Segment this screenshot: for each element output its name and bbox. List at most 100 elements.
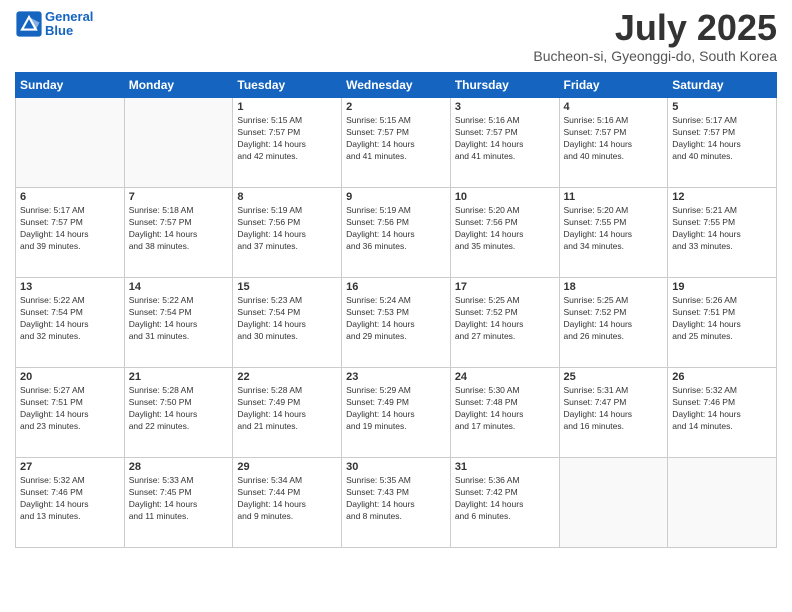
logo-text: General Blue — [45, 10, 93, 39]
day-info: Sunrise: 5:16 AM Sunset: 7:57 PM Dayligh… — [564, 115, 664, 163]
weekday-header-row: SundayMondayTuesdayWednesdayThursdayFrid… — [16, 73, 777, 98]
day-info: Sunrise: 5:32 AM Sunset: 7:46 PM Dayligh… — [20, 475, 120, 523]
day-info: Sunrise: 5:15 AM Sunset: 7:57 PM Dayligh… — [346, 115, 446, 163]
header: General Blue July 2025 Bucheon-si, Gyeon… — [15, 10, 777, 64]
day-info: Sunrise: 5:17 AM Sunset: 7:57 PM Dayligh… — [20, 205, 120, 253]
weekday-header-sunday: Sunday — [16, 73, 125, 98]
page: General Blue July 2025 Bucheon-si, Gyeon… — [0, 0, 792, 558]
week-row-5: 27 Sunrise: 5:32 AM Sunset: 7:46 PM Dayli… — [16, 458, 777, 548]
day-info: Sunrise: 5:35 AM Sunset: 7:43 PM Dayligh… — [346, 475, 446, 523]
day-number: 31 — [455, 461, 555, 473]
day-info: Sunrise: 5:18 AM Sunset: 7:57 PM Dayligh… — [129, 205, 229, 253]
weekday-header-friday: Friday — [559, 73, 668, 98]
week-row-1: 1 Sunrise: 5:15 AM Sunset: 7:57 PM Daylig… — [16, 98, 777, 188]
day-info: Sunrise: 5:21 AM Sunset: 7:55 PM Dayligh… — [672, 205, 772, 253]
calendar-cell: 7Sunrise: 5:18 AM Sunset: 7:57 PM Daylig… — [124, 188, 233, 278]
day-number: 22 — [237, 371, 337, 383]
day-number: 15 — [237, 281, 337, 293]
day-info: Sunrise: 5:31 AM Sunset: 7:47 PM Dayligh… — [564, 385, 664, 433]
day-info: Sunrise: 5:22 AM Sunset: 7:54 PM Dayligh… — [20, 295, 120, 343]
calendar-cell — [16, 98, 125, 188]
calendar-cell: 20 Sunrise: 5:27 AM Sunset: 7:51 PM Dayli… — [16, 368, 125, 458]
day-number: 2 — [346, 101, 446, 113]
day-number: 16 — [346, 281, 446, 293]
calendar-cell: 13Sunrise: 5:22 AM Sunset: 7:54 PM Dayli… — [16, 278, 125, 368]
day-number: 4 — [564, 101, 664, 113]
calendar-cell: 24 Sunrise: 5:30 AM Sunset: 7:48 PM Dayli… — [450, 368, 559, 458]
day-number: 26 — [672, 371, 772, 383]
day-info: Sunrise: 5:28 AM Sunset: 7:50 PM Dayligh… — [129, 385, 229, 433]
day-info: Sunrise: 5:36 AM Sunset: 7:42 PM Dayligh… — [455, 475, 555, 523]
day-number: 9 — [346, 191, 446, 203]
day-info: Sunrise: 5:23 AM Sunset: 7:54 PM Dayligh… — [237, 295, 337, 343]
day-number: 18 — [564, 281, 664, 293]
day-info: Sunrise: 5:15 AM Sunset: 7:57 PM Dayligh… — [237, 115, 337, 163]
day-number: 20 — [20, 371, 120, 383]
day-number: 30 — [346, 461, 446, 473]
calendar-cell: 2 Sunrise: 5:15 AM Sunset: 7:57 PM Daylig… — [342, 98, 451, 188]
calendar-cell: 18Sunrise: 5:25 AM Sunset: 7:52 PM Dayli… — [559, 278, 668, 368]
day-number: 14 — [129, 281, 229, 293]
logo: General Blue — [15, 10, 93, 39]
day-number: 6 — [20, 191, 120, 203]
weekday-header-monday: Monday — [124, 73, 233, 98]
day-number: 3 — [455, 101, 555, 113]
calendar-cell: 31 Sunrise: 5:36 AM Sunset: 7:42 PM Dayli… — [450, 458, 559, 548]
week-row-3: 13Sunrise: 5:22 AM Sunset: 7:54 PM Dayli… — [16, 278, 777, 368]
calendar-cell: 21 Sunrise: 5:28 AM Sunset: 7:50 PM Dayli… — [124, 368, 233, 458]
weekday-header-saturday: Saturday — [668, 73, 777, 98]
day-info: Sunrise: 5:27 AM Sunset: 7:51 PM Dayligh… — [20, 385, 120, 433]
weekday-header-tuesday: Tuesday — [233, 73, 342, 98]
logo-icon — [15, 10, 43, 38]
day-info: Sunrise: 5:34 AM Sunset: 7:44 PM Dayligh… — [237, 475, 337, 523]
calendar-cell: 4 Sunrise: 5:16 AM Sunset: 7:57 PM Daylig… — [559, 98, 668, 188]
day-number: 24 — [455, 371, 555, 383]
calendar-cell: 28 Sunrise: 5:33 AM Sunset: 7:45 PM Dayli… — [124, 458, 233, 548]
day-info: Sunrise: 5:33 AM Sunset: 7:45 PM Dayligh… — [129, 475, 229, 523]
day-number: 28 — [129, 461, 229, 473]
calendar-cell: 22 Sunrise: 5:28 AM Sunset: 7:49 PM Dayli… — [233, 368, 342, 458]
calendar-cell — [559, 458, 668, 548]
title-block: July 2025 Bucheon-si, Gyeonggi-do, South… — [533, 10, 777, 64]
day-number: 21 — [129, 371, 229, 383]
day-number: 23 — [346, 371, 446, 383]
location: Bucheon-si, Gyeonggi-do, South Korea — [533, 48, 777, 64]
calendar-cell: 10Sunrise: 5:20 AM Sunset: 7:56 PM Dayli… — [450, 188, 559, 278]
calendar-cell: 3 Sunrise: 5:16 AM Sunset: 7:57 PM Daylig… — [450, 98, 559, 188]
calendar-cell: 25 Sunrise: 5:31 AM Sunset: 7:47 PM Dayli… — [559, 368, 668, 458]
month-title: July 2025 — [533, 10, 777, 46]
calendar-cell: 29 Sunrise: 5:34 AM Sunset: 7:44 PM Dayli… — [233, 458, 342, 548]
calendar-cell: 16 Sunrise: 5:24 AM Sunset: 7:53 PM Dayli… — [342, 278, 451, 368]
calendar-cell: 15 Sunrise: 5:23 AM Sunset: 7:54 PM Dayli… — [233, 278, 342, 368]
day-number: 8 — [237, 191, 337, 203]
weekday-header-wednesday: Wednesday — [342, 73, 451, 98]
day-number: 25 — [564, 371, 664, 383]
day-info: Sunrise: 5:16 AM Sunset: 7:57 PM Dayligh… — [455, 115, 555, 163]
day-number: 1 — [237, 101, 337, 113]
day-number: 11 — [564, 191, 664, 203]
week-row-2: 6 Sunrise: 5:17 AM Sunset: 7:57 PM Daylig… — [16, 188, 777, 278]
calendar-cell — [124, 98, 233, 188]
day-info: Sunrise: 5:30 AM Sunset: 7:48 PM Dayligh… — [455, 385, 555, 433]
day-info: Sunrise: 5:28 AM Sunset: 7:49 PM Dayligh… — [237, 385, 337, 433]
weekday-header-thursday: Thursday — [450, 73, 559, 98]
day-number: 27 — [20, 461, 120, 473]
day-number: 29 — [237, 461, 337, 473]
calendar-table: SundayMondayTuesdayWednesdayThursdayFrid… — [15, 72, 777, 548]
calendar-cell: 26 Sunrise: 5:32 AM Sunset: 7:46 PM Dayli… — [668, 368, 777, 458]
day-info: Sunrise: 5:19 AM Sunset: 7:56 PM Dayligh… — [346, 205, 446, 253]
day-info: Sunrise: 5:24 AM Sunset: 7:53 PM Dayligh… — [346, 295, 446, 343]
logo-line2: Blue — [45, 23, 73, 38]
day-number: 5 — [672, 101, 772, 113]
week-row-4: 20 Sunrise: 5:27 AM Sunset: 7:51 PM Dayli… — [16, 368, 777, 458]
calendar-cell: 14Sunrise: 5:22 AM Sunset: 7:54 PM Dayli… — [124, 278, 233, 368]
day-info: Sunrise: 5:32 AM Sunset: 7:46 PM Dayligh… — [672, 385, 772, 433]
day-info: Sunrise: 5:17 AM Sunset: 7:57 PM Dayligh… — [672, 115, 772, 163]
calendar-cell — [668, 458, 777, 548]
calendar-cell: 12 Sunrise: 5:21 AM Sunset: 7:55 PM Dayli… — [668, 188, 777, 278]
calendar-cell: 1 Sunrise: 5:15 AM Sunset: 7:57 PM Daylig… — [233, 98, 342, 188]
calendar-cell: 19Sunrise: 5:26 AM Sunset: 7:51 PM Dayli… — [668, 278, 777, 368]
calendar-cell: 8Sunrise: 5:19 AM Sunset: 7:56 PM Daylig… — [233, 188, 342, 278]
day-number: 12 — [672, 191, 772, 203]
day-info: Sunrise: 5:25 AM Sunset: 7:52 PM Dayligh… — [455, 295, 555, 343]
